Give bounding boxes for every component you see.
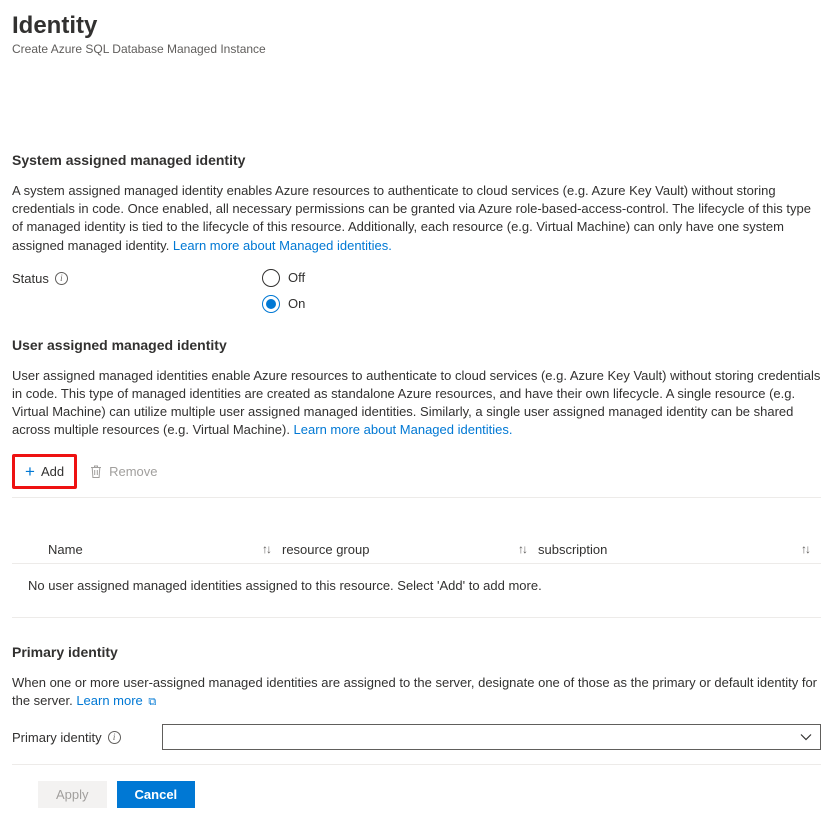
chevron-down-icon xyxy=(800,731,812,743)
radio-icon xyxy=(262,295,280,313)
info-icon[interactable]: i xyxy=(108,731,121,744)
system-identity-description: A system assigned managed identity enabl… xyxy=(12,182,821,255)
primary-learn-more-link[interactable]: Learn more ⧉ xyxy=(76,693,156,708)
table-header: Name ↑↓ resource group ↑↓ subscription ↑… xyxy=(12,536,821,564)
cancel-button[interactable]: Cancel xyxy=(117,781,196,808)
system-identity-learn-more-link[interactable]: Learn more about Managed identities. xyxy=(173,238,392,253)
system-identity-desc-text: A system assigned managed identity enabl… xyxy=(12,183,811,253)
sort-icon: ↑↓ xyxy=(518,542,526,556)
sort-icon: ↑↓ xyxy=(262,542,270,556)
system-identity-heading: System assigned managed identity xyxy=(12,152,821,168)
column-header-resource-group[interactable]: resource group ↑↓ xyxy=(282,542,538,557)
primary-identity-field-label: Primary identity xyxy=(12,730,102,745)
primary-identity-section: Primary identity When one or more user-a… xyxy=(12,644,821,766)
user-identity-learn-more-link[interactable]: Learn more about Managed identities. xyxy=(294,422,513,437)
user-identity-description: User assigned managed identities enable … xyxy=(12,367,821,440)
footer-actions: Apply Cancel xyxy=(12,765,821,820)
external-link-icon: ⧉ xyxy=(148,695,156,710)
add-button[interactable]: + Add xyxy=(17,459,72,484)
status-radio-group: Off On xyxy=(262,269,305,313)
column-name-label: Name xyxy=(48,542,83,557)
add-button-highlight: + Add xyxy=(12,454,77,489)
status-on-label: On xyxy=(288,296,305,311)
status-row: Status i Off On xyxy=(12,269,821,313)
user-identity-heading: User assigned managed identity xyxy=(12,337,821,353)
page-subtitle: Create Azure SQL Database Managed Instan… xyxy=(12,42,821,56)
column-sub-label: subscription xyxy=(538,542,607,557)
status-off-label: Off xyxy=(288,270,305,285)
primary-identity-select[interactable] xyxy=(162,724,821,750)
trash-icon xyxy=(89,464,103,479)
status-label: Status xyxy=(12,271,49,286)
radio-icon xyxy=(262,269,280,287)
column-header-subscription[interactable]: subscription ↑↓ xyxy=(538,542,821,557)
identities-table: Name ↑↓ resource group ↑↓ subscription ↑… xyxy=(12,536,821,618)
status-radio-off[interactable]: Off xyxy=(262,269,305,287)
remove-button: Remove xyxy=(81,460,165,483)
status-radio-on[interactable]: On xyxy=(262,295,305,313)
primary-identity-description: When one or more user-assigned managed i… xyxy=(12,674,821,711)
primary-identity-heading: Primary identity xyxy=(12,644,821,660)
column-header-name[interactable]: Name ↑↓ xyxy=(12,542,282,557)
info-icon[interactable]: i xyxy=(55,272,68,285)
remove-button-label: Remove xyxy=(109,464,157,479)
plus-icon: + xyxy=(25,463,35,480)
column-rg-label: resource group xyxy=(282,542,369,557)
add-button-label: Add xyxy=(41,464,64,479)
apply-button: Apply xyxy=(38,781,107,808)
page-title: Identity xyxy=(12,12,821,40)
identity-toolbar: + Add Remove xyxy=(12,454,821,498)
primary-identity-field-row: Primary identity i xyxy=(12,724,821,765)
table-empty-message: No user assigned managed identities assi… xyxy=(12,564,821,618)
sort-icon: ↑↓ xyxy=(801,542,809,556)
